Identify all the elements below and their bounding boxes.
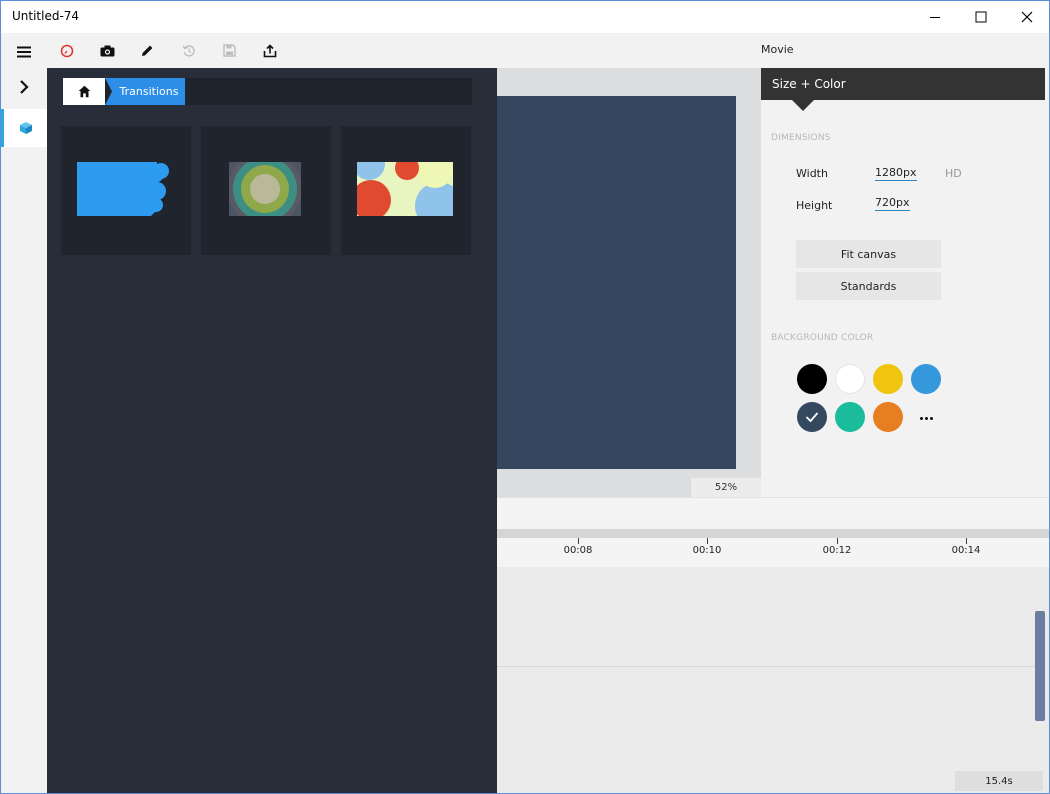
close-button[interactable]: [1004, 1, 1049, 33]
tick-label: 00:14: [951, 545, 981, 556]
swatch-black[interactable]: [797, 364, 827, 394]
background-color-section-label: BACKGROUND COLOR: [771, 333, 874, 343]
maximize-icon: [975, 11, 987, 23]
tick-label: 00:08: [563, 545, 593, 556]
swatch-orange[interactable]: [873, 402, 903, 432]
dimensions-section-label: DIMENSIONS: [771, 133, 831, 143]
library-panel: Transitions: [47, 68, 497, 793]
chevron-right-icon: [20, 80, 29, 94]
stopwatch-icon: [60, 44, 74, 57]
swatch-yellow[interactable]: [873, 364, 903, 394]
transition-tile-circles[interactable]: [341, 126, 471, 255]
swatch-navy[interactable]: [797, 402, 827, 432]
timeline-scrollbar[interactable]: [1035, 611, 1045, 721]
width-field[interactable]: 1280px: [875, 166, 917, 181]
export-button[interactable]: [250, 33, 290, 68]
app-window: Untitled-74 Movie 52% Size + Color DIMEN…: [0, 0, 1050, 794]
tick-mark: [578, 538, 579, 544]
camera-icon: [100, 45, 114, 56]
transition-tile-rings[interactable]: [201, 126, 331, 255]
zoom-level[interactable]: 52%: [691, 478, 761, 497]
minimize-icon: [930, 17, 940, 18]
edit-button[interactable]: [127, 33, 167, 68]
tick-label: 00:10: [692, 545, 722, 556]
history-icon: [182, 44, 195, 57]
tick-mark: [966, 538, 967, 544]
hamburger-icon: [17, 46, 31, 58]
canvas-preview[interactable]: [497, 96, 736, 469]
hd-tag: HD: [945, 167, 962, 180]
breadcrumb: Transitions: [63, 78, 472, 105]
swatch-teal[interactable]: [835, 402, 865, 432]
library-button[interactable]: [1, 109, 47, 147]
pencil-icon: [142, 45, 153, 56]
swatch-blue[interactable]: [911, 364, 941, 394]
save-button[interactable]: [209, 33, 249, 68]
home-icon: [78, 85, 90, 98]
record-button[interactable]: [47, 33, 87, 68]
timeline-ruler[interactable]: 00:08 00:10 00:12 00:14: [497, 538, 1049, 567]
maximize-button[interactable]: [958, 1, 1004, 33]
transition-tile-splash[interactable]: [61, 126, 191, 255]
transition-splash-thumbnail: [77, 162, 169, 216]
cube-icon: [19, 122, 32, 134]
left-rail: [1, 33, 47, 793]
tick-mark: [707, 538, 708, 544]
check-icon: [805, 412, 819, 423]
panel-header-caret: [792, 100, 814, 111]
transition-circles-thumbnail: [357, 162, 453, 216]
tick-label: 00:12: [822, 545, 852, 556]
title-bar: Untitled-74: [1, 1, 1049, 33]
toolbar: Movie: [47, 33, 1049, 68]
properties-panel: Size + Color DIMENSIONS Width 1280px HD …: [761, 68, 1045, 497]
fit-canvas-button[interactable]: Fit canvas: [796, 240, 941, 268]
height-field[interactable]: 720px: [875, 196, 910, 211]
transition-rings-thumbnail: [229, 162, 301, 216]
expand-panel-button[interactable]: [1, 68, 47, 106]
timeline-tracks[interactable]: 15.4s: [497, 567, 1049, 793]
timeline-scrub-strip[interactable]: [497, 529, 1049, 538]
breadcrumb-transitions[interactable]: Transitions: [105, 78, 185, 105]
minimize-button[interactable]: [912, 1, 958, 33]
window-title: Untitled-74: [12, 9, 80, 23]
menu-button[interactable]: [1, 33, 47, 71]
track-divider: [497, 666, 1037, 667]
close-icon: [1021, 11, 1033, 23]
movie-label: Movie: [761, 43, 794, 56]
standards-button[interactable]: Standards: [796, 272, 941, 300]
snapshot-button[interactable]: [87, 33, 127, 68]
panel-header: Size + Color: [761, 68, 1045, 100]
timeline-header: [497, 497, 1049, 529]
duration-readout: 15.4s: [955, 771, 1043, 791]
swatch-white[interactable]: [835, 364, 865, 394]
history-button[interactable]: [169, 33, 209, 68]
more-colors-icon[interactable]: [918, 408, 934, 428]
export-icon: [263, 43, 277, 57]
breadcrumb-home[interactable]: [63, 78, 105, 105]
save-icon: [222, 44, 236, 57]
tick-mark: [837, 538, 838, 544]
width-label: Width: [796, 167, 828, 180]
canvas-stage[interactable]: 52%: [497, 68, 761, 497]
height-label: Height: [796, 199, 833, 212]
